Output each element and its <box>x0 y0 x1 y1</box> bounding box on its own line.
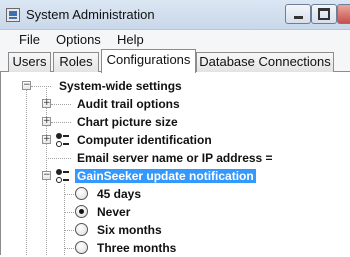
radio-icon[interactable] <box>75 241 88 254</box>
option-group-icon <box>56 133 69 147</box>
maximize-icon <box>318 8 330 20</box>
collapse-icon[interactable]: − <box>22 81 31 90</box>
app-icon <box>6 8 20 22</box>
radio-icon[interactable] <box>75 205 88 218</box>
tree-item-label: Computer identification <box>77 133 212 147</box>
expand-icon[interactable]: + <box>42 99 51 108</box>
maximize-button[interactable] <box>311 4 337 24</box>
tree-item-label: Chart picture size <box>77 115 178 129</box>
tree-item-email-server[interactable]: Email server name or IP address = <box>1 149 350 167</box>
radio-option-45-days[interactable]: 45 days <box>1 185 350 203</box>
close-button[interactable] <box>337 4 350 24</box>
tab-roles[interactable]: Roles <box>53 52 99 72</box>
menu-file[interactable]: File <box>19 32 40 47</box>
tree-line <box>64 248 74 249</box>
title-bar: System Administration <box>0 0 350 30</box>
tree-item-gainseeker-update[interactable]: − GainSeeker update notification <box>1 167 350 185</box>
menu-bar: File Options Help <box>0 30 350 49</box>
option-group-icon <box>56 169 69 183</box>
tab-strip: Users Roles Configurations Database Conn… <box>0 49 350 73</box>
tab-users[interactable]: Users <box>8 52 51 72</box>
tab-configurations[interactable]: Configurations <box>101 49 196 73</box>
tree-line <box>64 212 74 213</box>
minimize-button[interactable] <box>285 4 311 24</box>
radio-icon[interactable] <box>75 223 88 236</box>
radio-option-never[interactable]: Never <box>1 203 350 221</box>
radio-label: Never <box>97 205 131 219</box>
window-title: System Administration <box>26 7 155 22</box>
tree-item-audit-trail[interactable]: + Audit trail options <box>1 95 350 113</box>
tree-line <box>64 194 74 195</box>
menu-help[interactable]: Help <box>117 32 144 47</box>
tree-root-label: System-wide settings <box>59 79 182 93</box>
minimize-icon <box>293 16 303 19</box>
radio-label: Six months <box>97 223 162 237</box>
tree-root[interactable]: − System-wide settings <box>1 77 350 95</box>
collapse-icon[interactable]: − <box>42 171 51 180</box>
tree-item-computer-identification[interactable]: + Computer identification <box>1 131 350 149</box>
expand-icon[interactable]: + <box>42 117 51 126</box>
tree-line <box>46 158 71 159</box>
expand-icon[interactable]: + <box>42 135 51 144</box>
tree-line <box>51 122 71 123</box>
tree-item-chart-picture-size[interactable]: + Chart picture size <box>1 113 350 131</box>
tree-line <box>31 86 51 87</box>
radio-label: Three months <box>97 241 177 255</box>
tab-database-connections[interactable]: Database Connections <box>196 52 334 72</box>
radio-icon[interactable] <box>75 187 88 200</box>
radio-option-three-months[interactable]: Three months <box>1 239 350 257</box>
tree-item-label: Audit trail options <box>77 97 180 111</box>
tree-item-label: Email server name or IP address = <box>77 151 273 165</box>
radio-option-six-months[interactable]: Six months <box>1 221 350 239</box>
tree-line <box>64 230 74 231</box>
settings-tree: − System-wide settings + Audit trail opt… <box>0 72 350 255</box>
menu-options[interactable]: Options <box>56 32 101 47</box>
radio-label: 45 days <box>97 187 142 201</box>
tree-line <box>51 104 71 105</box>
tree-item-label: GainSeeker update notification <box>75 169 256 183</box>
